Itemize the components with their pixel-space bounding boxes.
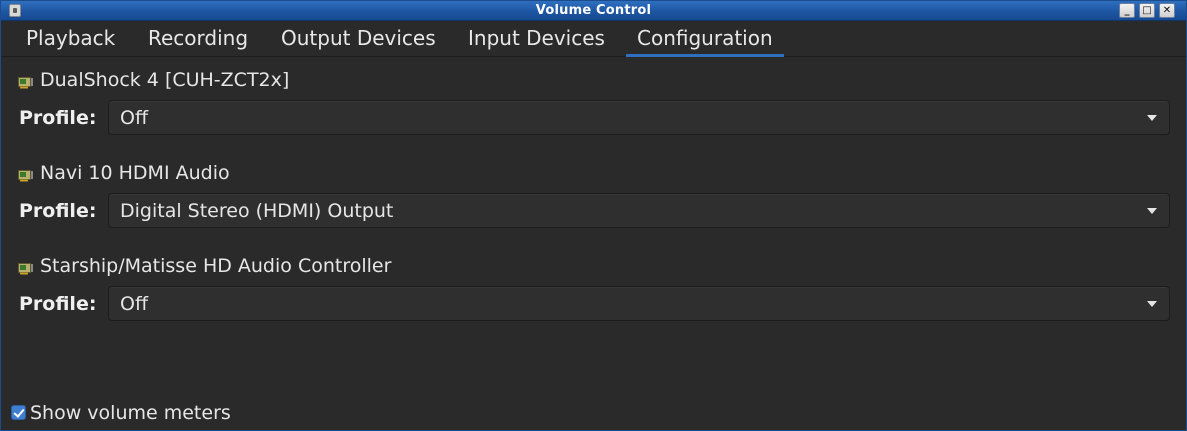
- profile-select[interactable]: Off: [108, 286, 1170, 321]
- chevron-down-icon: [1147, 301, 1157, 307]
- chevron-down-icon: [1147, 115, 1157, 121]
- show-volume-meters-checkbox[interactable]: [11, 405, 26, 420]
- device-name: DualShock 4 [CUH-ZCT2x]: [40, 69, 290, 91]
- tab-output-devices[interactable]: Output Devices: [270, 21, 447, 57]
- device-name: Starship/Matisse HD Audio Controller: [40, 255, 392, 277]
- tab-bar: Playback Recording Output Devices Input …: [1, 21, 1186, 57]
- sound-card-icon: [18, 74, 34, 89]
- show-volume-meters-label: Show volume meters: [30, 402, 231, 424]
- profile-select[interactable]: Off: [108, 100, 1170, 135]
- tab-configuration[interactable]: Configuration: [626, 21, 784, 57]
- profile-value: Off: [120, 107, 149, 129]
- minimize-button[interactable]: _: [1119, 3, 1135, 18]
- sound-card-icon: [18, 260, 34, 275]
- profile-value: Off: [120, 293, 149, 315]
- tab-playback[interactable]: Playback: [15, 21, 126, 57]
- tab-recording[interactable]: Recording: [137, 21, 259, 57]
- window-title: Volume Control: [535, 3, 652, 18]
- volume-control-window: Volume Control _ □ ✕ Playback Recording …: [0, 0, 1187, 431]
- profile-label: Profile:: [19, 107, 97, 129]
- profile-label: Profile:: [19, 200, 97, 222]
- profile-select[interactable]: Digital Stereo (HDMI) Output: [108, 193, 1170, 228]
- profile-value: Digital Stereo (HDMI) Output: [120, 200, 394, 222]
- chevron-down-icon: [1147, 208, 1157, 214]
- title-bar[interactable]: Volume Control _ □ ✕: [1, 1, 1186, 21]
- tab-input-devices[interactable]: Input Devices: [457, 21, 616, 57]
- sound-card-icon: [18, 167, 34, 182]
- device-name: Navi 10 HDMI Audio: [40, 162, 230, 184]
- maximize-button[interactable]: □: [1139, 3, 1155, 18]
- close-button[interactable]: ✕: [1159, 3, 1175, 18]
- profile-label: Profile:: [19, 293, 97, 315]
